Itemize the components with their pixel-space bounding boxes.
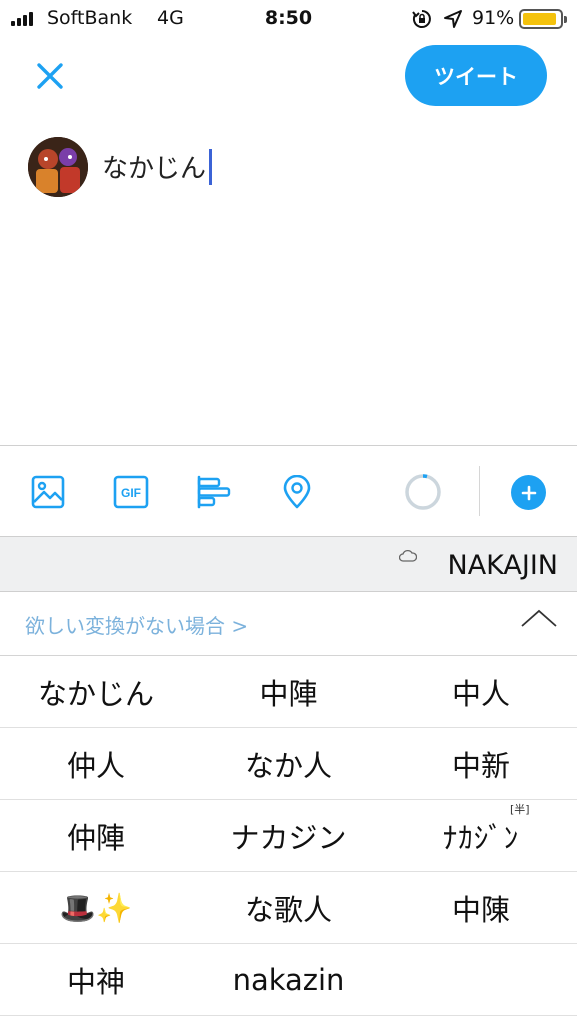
candidate[interactable]: 中新 <box>385 728 577 800</box>
battery-icon <box>519 9 567 29</box>
candidate[interactable]: なか人 <box>192 728 385 800</box>
avatar <box>28 137 88 197</box>
character-counter <box>403 472 443 512</box>
gif-icon: GIF <box>113 475 149 509</box>
candidate-row: なかじん 中陣 中人 <box>0 656 577 728</box>
image-icon <box>31 475 65 509</box>
add-tweet-button[interactable] <box>511 475 546 510</box>
gif-label: GIF <box>121 486 141 500</box>
candidate[interactable]: 中陳 <box>385 872 577 944</box>
battery-fill <box>523 13 556 25</box>
candidate[interactable]: ナカジン <box>192 800 385 872</box>
compose-toolbar: GIF <box>0 445 577 536</box>
plus-icon <box>521 485 536 500</box>
location-icon <box>283 475 311 509</box>
candidate[interactable]: なかじん <box>0 656 192 728</box>
half-width-badge: [半] <box>510 803 530 816</box>
poll-icon <box>197 475 231 509</box>
add-image-button[interactable] <box>30 474 66 510</box>
close-button[interactable] <box>30 56 70 96</box>
status-bar: SoftBank 4G 8:50 91% <box>0 0 577 38</box>
character-counter-ring-icon <box>405 474 441 510</box>
keyboard-candidate-bar: NAKAJIN <box>0 536 577 592</box>
missing-conversion-link[interactable]: 欲しい変換がない場合 > <box>25 610 248 639</box>
text-caret <box>209 148 213 185</box>
battery-percent: 91% <box>472 7 515 29</box>
candidate[interactable]: 仲人 <box>0 728 192 800</box>
add-poll-button[interactable] <box>196 474 232 510</box>
candidate-row: 中神 nakazin <box>0 944 577 1016</box>
add-gif-button[interactable]: GIF <box>113 474 149 510</box>
cloud-candidate[interactable]: NAKAJIN <box>448 550 559 581</box>
candidate[interactable]: 仲陣 <box>0 800 192 872</box>
conversion-suggest-row: 欲しい変換がない場合 > <box>0 592 577 656</box>
tweet-text-input[interactable]: なかじん <box>102 148 213 185</box>
cloud-icon <box>399 549 417 562</box>
candidate[interactable]: な歌人 <box>192 872 385 944</box>
candidate-row: 🎩✨ な歌人 中陳 <box>0 872 577 944</box>
chevron-up-icon <box>521 609 557 627</box>
collapse-candidates-button[interactable] <box>518 604 560 634</box>
candidate-half-width[interactable]: ﾅｶｼﾞﾝ <box>385 800 577 872</box>
tweet-button[interactable]: ツイート <box>405 45 547 106</box>
candidate-emoji[interactable]: 🎩✨ <box>0 872 192 944</box>
candidate[interactable] <box>385 944 577 1016</box>
toolbar-divider <box>479 466 480 516</box>
close-icon <box>37 63 63 89</box>
candidate[interactable]: 中陣 <box>192 656 385 728</box>
candidate[interactable]: nakazin <box>192 944 385 1016</box>
candidate-grid: なかじん 中陣 中人 仲人 なか人 中新 仲陣 ナカジン ﾅｶｼﾞﾝ 🎩✨ な歌… <box>0 656 577 1016</box>
location-services-icon <box>444 10 462 28</box>
candidate[interactable]: 中人 <box>385 656 577 728</box>
rotation-lock-icon <box>412 10 431 28</box>
candidate-row: 仲人 なか人 中新 <box>0 728 577 800</box>
tweet-text: なかじん <box>102 154 207 184</box>
add-location-button[interactable] <box>279 474 315 510</box>
candidate-row: 仲陣 ナカジン ﾅｶｼﾞﾝ <box>0 800 577 872</box>
candidate[interactable]: 中神 <box>0 944 192 1016</box>
